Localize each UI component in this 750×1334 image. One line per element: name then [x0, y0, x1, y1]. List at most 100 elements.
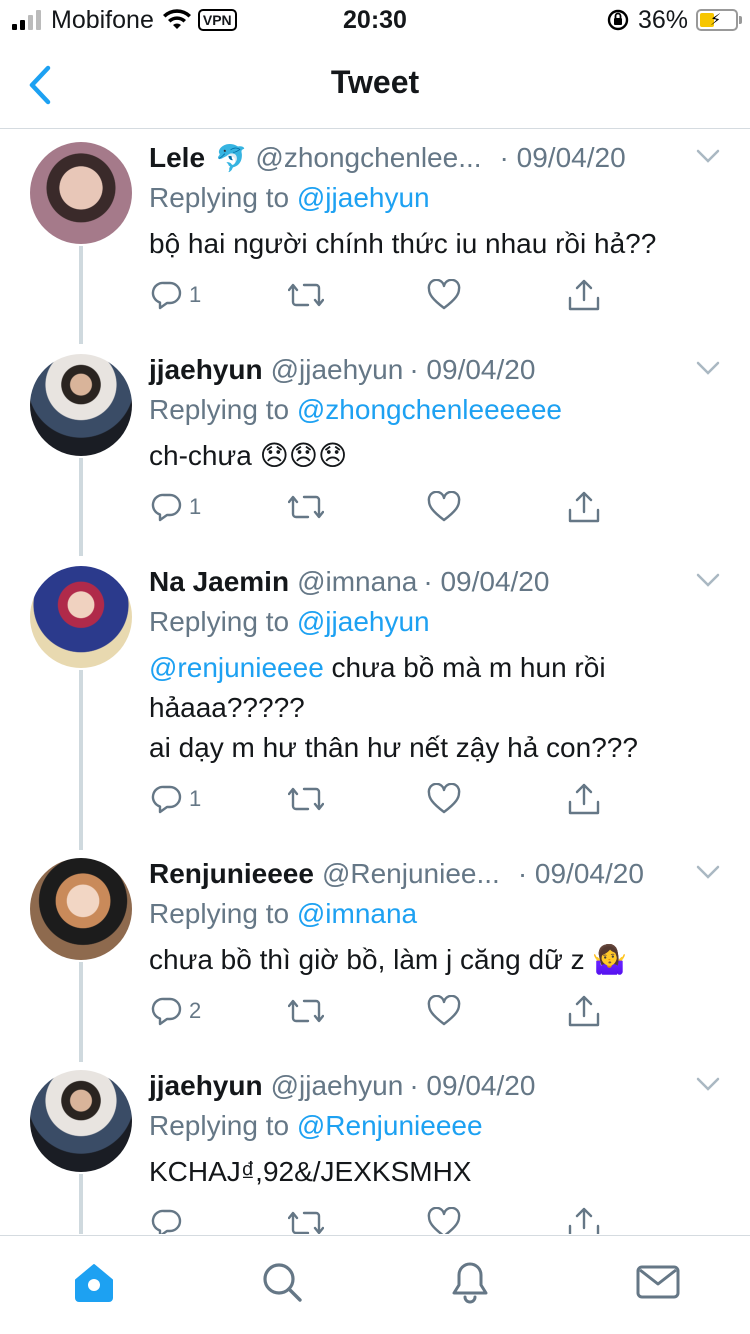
reply-icon: [151, 1209, 182, 1234]
retweet-icon: [288, 495, 324, 519]
tweet-actions: [149, 1203, 709, 1234]
reply-to-link[interactable]: @zhongchenleeeeee: [297, 394, 562, 425]
reply-icon: [151, 493, 182, 522]
tweet[interactable]: Na Jaemin @imnana · 09/04/20 Replying to…: [0, 560, 750, 850]
replying-to: Replying to @Renjunieeee: [149, 1106, 730, 1146]
chevron-down-icon[interactable]: [696, 360, 720, 376]
replying-to: Replying to @jjaehyun: [149, 178, 730, 218]
mention-link[interactable]: @renjunieeee: [149, 652, 324, 683]
retweet-icon: [288, 1211, 324, 1234]
tab-home[interactable]: [70, 1258, 118, 1306]
tweet-date: · 09/04/20: [517, 858, 644, 889]
author-name[interactable]: jjaehyun: [149, 354, 263, 386]
tab-bar: [0, 1235, 750, 1334]
reply-button[interactable]: 1: [151, 487, 201, 527]
reply-to-link[interactable]: @imnana: [297, 898, 417, 929]
tweet-body: jjaehyun @jjaehyun · 09/04/20 Replying t…: [149, 350, 730, 476]
reply-to-link[interactable]: @jjaehyun: [297, 606, 430, 637]
tweet-text-line: bộ hai người chính thức iu nhau rồi hả??: [149, 228, 657, 259]
tweet[interactable]: jjaehyun @jjaehyun · 09/04/20 Replying t…: [0, 1064, 750, 1234]
author-handle[interactable]: @jjaehyun: [271, 1070, 404, 1102]
retweet-button[interactable]: [288, 1203, 324, 1234]
reply-icon: [151, 785, 182, 814]
share-button[interactable]: [567, 1203, 601, 1234]
tweet[interactable]: Renjunieeee @Renjuniee... · 09/04/20 Rep…: [0, 852, 750, 1062]
author-name[interactable]: jjaehyun: [149, 1070, 263, 1102]
replying-to-label: Replying to: [149, 606, 290, 637]
chevron-down-icon[interactable]: [696, 1076, 720, 1092]
tweet-date: · 09/04/20: [499, 142, 626, 173]
retweet-button[interactable]: [288, 991, 324, 1031]
rotation-lock-icon: [607, 9, 629, 31]
tweet-text-fragment: chưa bồ mà m hun rồi: [323, 652, 606, 683]
reply-button[interactable]: [151, 1203, 189, 1234]
tweet-body: Na Jaemin @imnana · 09/04/20 Replying to…: [149, 562, 730, 768]
author-handle[interactable]: @jjaehyun: [271, 354, 404, 386]
share-icon: [568, 783, 600, 815]
tab-messages[interactable]: [634, 1258, 682, 1306]
tweet-header: Na Jaemin @imnana · 09/04/20: [149, 562, 730, 602]
avatar[interactable]: [30, 858, 132, 960]
share-icon: [568, 279, 600, 311]
tweet-header: jjaehyun @jjaehyun · 09/04/20: [149, 1066, 730, 1106]
like-button[interactable]: [427, 487, 461, 527]
tweet-text: ch-chưa 😞😞😞: [149, 436, 730, 476]
search-icon: [263, 1263, 302, 1302]
replying-to-label: Replying to: [149, 394, 290, 425]
like-button[interactable]: [427, 991, 461, 1031]
reply-to-link[interactable]: @Renjunieeee: [297, 1110, 483, 1141]
share-icon: [568, 995, 600, 1027]
author-handle[interactable]: @Renjuniee...: [322, 858, 500, 890]
replying-to-label: Replying to: [149, 1110, 290, 1141]
like-button[interactable]: [427, 779, 461, 819]
chevron-down-icon[interactable]: [696, 864, 720, 880]
heart-icon: [427, 279, 461, 310]
author-name[interactable]: Na Jaemin: [149, 566, 289, 598]
reply-button[interactable]: 2: [151, 991, 201, 1031]
battery-icon: ⚡: [696, 9, 742, 31]
reply-button[interactable]: 1: [151, 779, 201, 819]
tweet-header: jjaehyun @jjaehyun · 09/04/20: [149, 350, 730, 390]
tweet-header: Lele 🐬 @zhongchenlee... · 09/04/20: [149, 138, 730, 178]
avatar[interactable]: [30, 142, 132, 244]
replying-to: Replying to @jjaehyun: [149, 602, 730, 642]
author-name[interactable]: Lele: [149, 142, 205, 174]
tab-search[interactable]: [258, 1258, 306, 1306]
author-name[interactable]: Renjunieeee: [149, 858, 314, 890]
reply-button[interactable]: 1: [151, 275, 201, 315]
reply-count: 1: [189, 282, 202, 307]
chevron-down-icon[interactable]: [696, 148, 720, 164]
avatar[interactable]: [30, 566, 132, 668]
tab-notifications[interactable]: [446, 1258, 494, 1306]
retweet-button[interactable]: [288, 275, 324, 315]
tweet-actions: 2: [149, 991, 709, 1031]
share-button[interactable]: [567, 275, 601, 315]
retweet-button[interactable]: [288, 487, 324, 527]
tweet[interactable]: jjaehyun @jjaehyun · 09/04/20 Replying t…: [0, 348, 750, 558]
reply-to-link[interactable]: @jjaehyun: [297, 182, 430, 213]
chevron-down-icon[interactable]: [696, 572, 720, 588]
like-button[interactable]: [427, 1203, 461, 1234]
retweet-button[interactable]: [288, 779, 324, 819]
tweet-actions: 1: [149, 275, 709, 315]
reply-count: 2: [189, 998, 202, 1023]
heart-icon: [427, 1207, 461, 1234]
tweet-header: Renjunieeee @Renjuniee... · 09/04/20: [149, 854, 730, 894]
retweet-icon: [288, 787, 324, 811]
avatar[interactable]: [30, 1070, 132, 1172]
avatar[interactable]: [30, 354, 132, 456]
reply-count: 1: [189, 494, 202, 519]
share-button[interactable]: [567, 991, 601, 1031]
share-button[interactable]: [567, 487, 601, 527]
notifications-icon: [452, 1262, 488, 1304]
tweet-text-line: chưa bồ thì giờ bồ, làm j căng dữ z 🤷‍♀️: [149, 944, 628, 975]
tweet-text-line: ch-chưa 😞😞😞: [149, 440, 348, 471]
share-button[interactable]: [567, 779, 601, 819]
author-handle[interactable]: @imnana: [297, 566, 417, 598]
author-handle[interactable]: @zhongchenlee...: [255, 142, 481, 174]
tweet-body: Renjunieeee @Renjuniee... · 09/04/20 Rep…: [149, 854, 730, 980]
like-button[interactable]: [427, 275, 461, 315]
reply-icon: [151, 997, 182, 1026]
tweet[interactable]: Lele 🐬 @zhongchenlee... · 09/04/20 Reply…: [0, 136, 750, 346]
share-icon: [568, 491, 600, 523]
